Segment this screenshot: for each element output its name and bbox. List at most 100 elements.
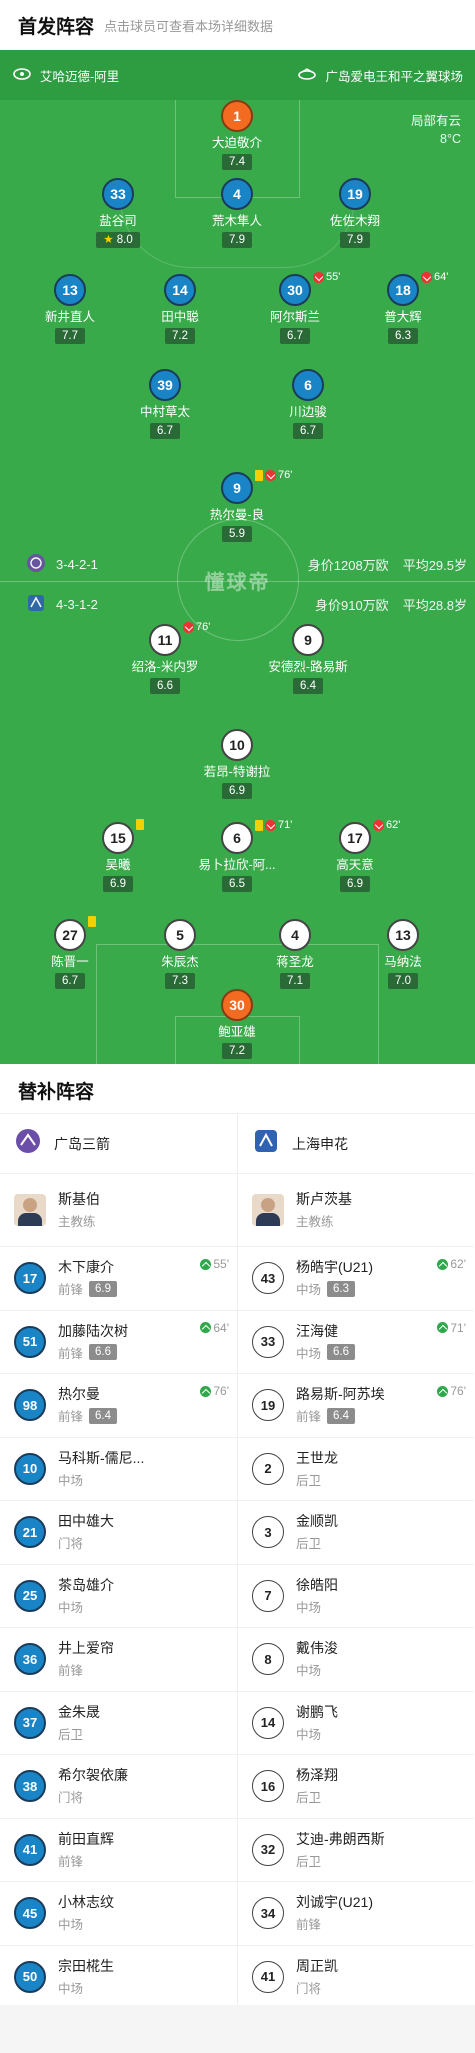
player-number: 17 xyxy=(339,822,371,854)
away_bench-sub-row[interactable]: 16 杨泽翔 后卫 xyxy=(238,1755,474,1819)
away-player[interactable]: 30 鲍亚雄 7.2 xyxy=(177,989,297,1059)
sub-position: 前锋 xyxy=(58,1664,84,1679)
sub-number: 3 xyxy=(252,1516,284,1549)
player-number: 4 xyxy=(221,178,253,210)
player-rating: ★ 8.0 xyxy=(96,232,140,248)
player-events: 62' xyxy=(373,819,400,831)
sub-minute: 62' xyxy=(450,1257,466,1271)
away_bench-sub-row[interactable]: 33 汪海健 中场 6.6 71' xyxy=(238,1311,474,1374)
away-coach[interactable]: 斯卢茨基 主教练 xyxy=(238,1174,474,1247)
away-player[interactable]: 15 吴曦 6.9 xyxy=(58,819,178,892)
away_bench-sub-row[interactable]: 8 戴伟浚 中场 xyxy=(238,1628,474,1692)
player-rating: 7.4 xyxy=(222,154,252,170)
sub-number: 34 xyxy=(252,1897,284,1930)
away-player[interactable]: 11 76' 绍洛-米内罗 6.6 xyxy=(105,621,225,694)
away_bench-sub-row[interactable]: 3 金顺凯 后卫 xyxy=(238,1501,474,1565)
sub-on-icon xyxy=(200,1258,212,1270)
venue-city: 艾哈迈德-阿里 xyxy=(40,69,120,84)
away-player[interactable]: 13 马纳法 7.0 xyxy=(343,919,463,989)
player-rating: 7.0 xyxy=(388,973,418,989)
sub-rating: 6.3 xyxy=(327,1280,356,1297)
player-number: 1 xyxy=(221,100,253,132)
home_bench-sub-row[interactable]: 98 热尔曼 前锋 6.4 76' xyxy=(0,1374,237,1438)
player-name: 阿尔斯兰 xyxy=(269,310,320,324)
home-player[interactable]: 39 中村草太 6.7 xyxy=(105,369,225,439)
away-player[interactable]: 5 朱辰杰 7.3 xyxy=(120,919,240,989)
sub-minute: 55' xyxy=(326,271,341,283)
home_bench-sub-row[interactable]: 17 木下康介 前锋 6.9 55' xyxy=(0,1247,237,1311)
home-player[interactable]: 14 田中聪 7.2 xyxy=(120,274,240,344)
home-coach-role: 主教练 xyxy=(58,1215,96,1229)
home-bench-team[interactable]: 广岛三箭 xyxy=(0,1114,237,1174)
sub-minute: 76' xyxy=(213,1384,229,1398)
player-name: 热尔曼-良 xyxy=(209,508,265,522)
home_bench-sub-row[interactable]: 10 马科斯-儒尼... 中场 xyxy=(0,1438,237,1501)
home-player[interactable]: 18 64' 普大辉 6.3 xyxy=(343,271,463,344)
home_bench-sub-row[interactable]: 51 加藤陆次树 前锋 6.6 64' xyxy=(0,1311,237,1374)
away-player[interactable]: 10 若昂-特谢拉 6.9 xyxy=(177,729,297,799)
sub-rating: 6.9 xyxy=(89,1280,118,1297)
away-bench-team[interactable]: 上海申花 xyxy=(238,1114,474,1174)
away_bench-sub-row[interactable]: 14 谢鹏飞 中场 xyxy=(238,1692,474,1755)
home-player[interactable]: 1 大迫敬介 7.4 xyxy=(177,100,297,170)
home_bench-sub-row[interactable]: 25 茶岛雄介 中场 xyxy=(0,1565,237,1628)
away_bench-sub-row[interactable]: 34 刘诚宇(U21) 前锋 xyxy=(238,1882,474,1946)
player-rating: 6.5 xyxy=(222,876,252,892)
away_bench-sub-row[interactable]: 32 艾迪-弗朗西斯 后卫 xyxy=(238,1819,474,1882)
home-player[interactable]: 6 川边骏 6.7 xyxy=(248,369,368,439)
home_bench-sub-row[interactable]: 50 宗田椛生 中场 xyxy=(0,1946,237,2009)
away_bench-sub-row[interactable]: 41 周正凯 门将 xyxy=(238,1946,474,2009)
player-number: 14 xyxy=(164,274,196,306)
home_bench-sub-row[interactable]: 37 金朱晟 后卫 xyxy=(0,1692,237,1755)
sub-name: 周正凯 xyxy=(296,1957,338,1974)
sub-number: 38 xyxy=(14,1770,46,1803)
home-player[interactable]: 30 55' 阿尔斯兰 6.7 xyxy=(235,271,355,344)
player-number: 18 xyxy=(387,274,419,306)
home-coach[interactable]: 斯基伯 主教练 xyxy=(0,1174,237,1247)
sub-in-time: 76' xyxy=(437,1384,466,1398)
player-rating: 6.7 xyxy=(150,423,180,439)
stadium-icon xyxy=(297,67,317,84)
away_bench-sub-row[interactable]: 43 杨皓宇(U21) 中场 6.3 62' xyxy=(238,1247,474,1311)
player-rating: 6.9 xyxy=(103,876,133,892)
home-bench: 广岛三箭 斯基伯 主教练 17 木下康介 前锋 6.9 55' 51 加藤陆次树 前锋 6.6 6… xyxy=(0,1114,237,2009)
home-player[interactable]: 33 盐谷司 ★ 8.0 xyxy=(58,178,178,248)
player-name: 中村草太 xyxy=(139,405,190,419)
sub-name: 王世龙 xyxy=(296,1449,338,1466)
home_bench-sub-row[interactable]: 45 小林志纹 中场 xyxy=(0,1882,237,1946)
away_bench-sub-row[interactable]: 2 王世龙 后卫 xyxy=(238,1438,474,1501)
home-player[interactable]: 9 76' 热尔曼-良 5.9 xyxy=(177,469,297,542)
away-bench: 上海申花 斯卢茨基 主教练 43 杨皓宇(U21) 中场 6.3 62' 33 汪海健 中场 6… xyxy=(237,1114,474,2009)
sub-number: 51 xyxy=(14,1325,46,1358)
home-player[interactable]: 4 荒木隼人 7.9 xyxy=(177,178,297,248)
player-number: 6 xyxy=(221,822,253,854)
home-player[interactable]: 13 新井直人 7.7 xyxy=(10,274,130,344)
sub-number: 10 xyxy=(14,1452,46,1485)
sub-minute: 64' xyxy=(213,1320,229,1335)
away-player[interactable]: 27 陈晋一 6.7 xyxy=(10,916,130,989)
sub-name: 茶岛雄介 xyxy=(58,1576,114,1593)
bench-columns: 广岛三箭 斯基伯 主教练 17 木下康介 前锋 6.9 55' 51 加藤陆次树 前锋 6.6 6… xyxy=(0,1114,475,2009)
player-rating: 7.2 xyxy=(165,328,195,344)
home_bench-sub-row[interactable]: 36 井上爱帘 前锋 xyxy=(0,1628,237,1692)
away-player[interactable]: 6 71' 易卜拉欣-阿... 6.5 xyxy=(177,819,297,892)
sub-name: 希尔袈依廉 xyxy=(58,1767,128,1784)
rating-value: 8.0 xyxy=(116,234,133,246)
away_bench-sub-row[interactable]: 7 徐皓阳 中场 xyxy=(238,1565,474,1628)
home_bench-sub-row[interactable]: 38 希尔袈依廉 门将 xyxy=(0,1755,237,1819)
away-player[interactable]: 4 蒋圣龙 7.1 xyxy=(235,919,355,989)
home_bench-sub-row[interactable]: 21 田中雄大 门将 xyxy=(0,1501,237,1565)
sub-off-icon xyxy=(183,621,194,633)
home-age: 平均29.5岁 xyxy=(402,557,467,573)
sub-minute: 62' xyxy=(386,819,401,831)
home-value: 身价1208万欧 xyxy=(307,557,389,573)
home-player[interactable]: 19 佐佐木翔 7.9 xyxy=(295,178,415,248)
home_bench-sub-row[interactable]: 41 前田直辉 前锋 xyxy=(0,1819,237,1882)
away-player[interactable]: 9 安德烈-路易斯 6.4 xyxy=(248,624,368,694)
player-name: 易卜拉欣-阿... xyxy=(198,858,276,872)
player-name: 若昂-特谢拉 xyxy=(203,765,271,779)
sanfrecce-badge-icon xyxy=(26,553,46,576)
away-coach-name: 斯卢茨基 xyxy=(296,1191,352,1207)
away-player[interactable]: 17 62' 高天意 6.9 xyxy=(295,819,415,892)
away_bench-sub-row[interactable]: 19 路易斯-阿苏埃 前锋 6.4 76' xyxy=(238,1374,474,1438)
